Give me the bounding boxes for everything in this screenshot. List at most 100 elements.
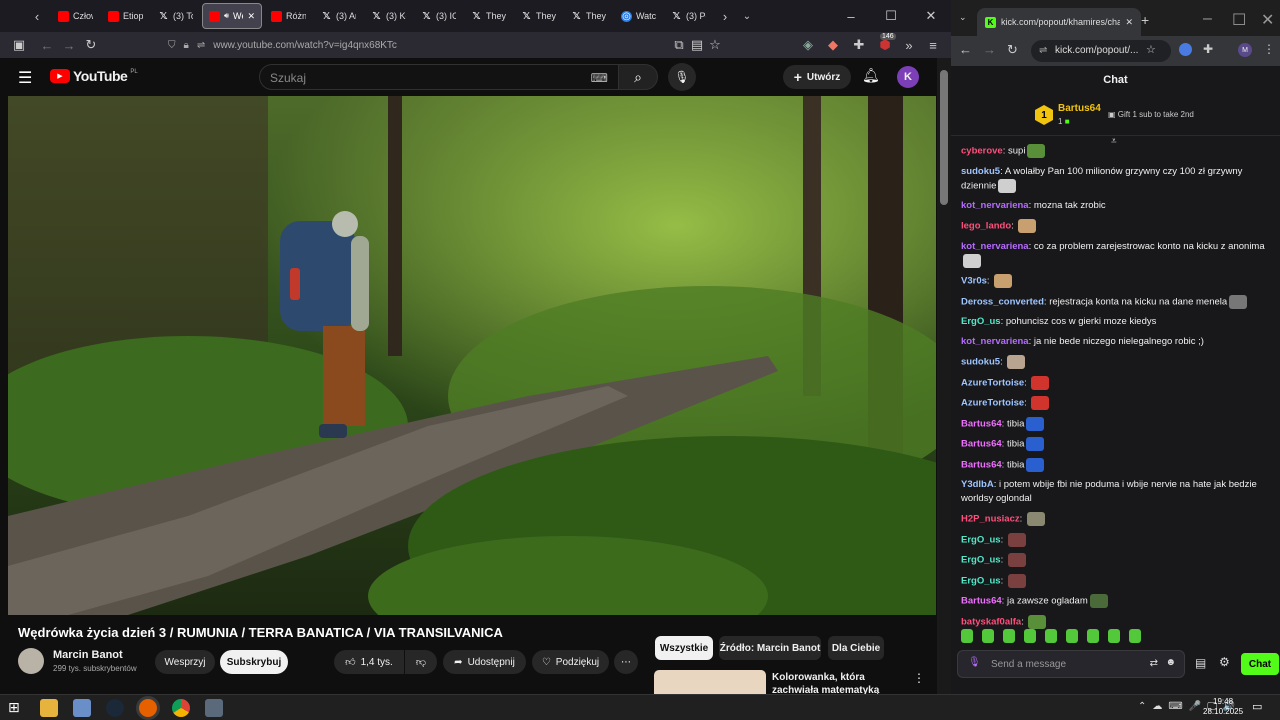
store-icon[interactable]	[73, 699, 91, 717]
kick-tab[interactable]: K kick.com/popout/khamires/cha ✕	[977, 8, 1141, 36]
chrome-forward-button[interactable]: →	[983, 42, 996, 57]
address-bar[interactable]: ⛉ 🔒︎ ⇌ www.youtube.com/watch?v=ig4qnx68K…	[168, 35, 728, 55]
chat-username[interactable]: H2P_nusiacz	[961, 514, 1020, 525]
chat-gift-icon[interactable]: ▤	[1195, 656, 1206, 670]
browser-tab[interactable]: 𝕏 (3) IC	[415, 3, 462, 29]
tab-scroll-left-button[interactable]: ‹	[22, 5, 52, 27]
steam-icon[interactable]	[106, 699, 124, 717]
file-explorer-icon[interactable]	[40, 699, 58, 717]
suggested-video-title[interactable]: Kolorowanka, która zachwiała matematyką	[772, 671, 907, 694]
chat-username[interactable]: kot_nervariena	[961, 336, 1029, 347]
chrome-bookmark-icon[interactable]: ☆	[1146, 43, 1156, 56]
channel-name[interactable]: Marcin Banot	[53, 649, 123, 661]
chat-username[interactable]: ErgO_us	[961, 534, 1001, 545]
chat-username[interactable]: V3r0s	[961, 276, 987, 287]
close-window-button[interactable]: ✕	[911, 5, 951, 27]
browser-tab[interactable]: 𝕏 (3) Po	[665, 3, 712, 29]
extension-fox-icon[interactable]: ◆	[822, 34, 844, 56]
chrome-menu-icon[interactable]: ⋮	[1263, 42, 1275, 56]
chat-username[interactable]: lego_lando	[961, 221, 1011, 232]
extensions-puzzle-icon[interactable]: ✚	[848, 34, 870, 56]
tab-scroll-right-button[interactable]: ›	[714, 5, 736, 27]
site-info-icon[interactable]: ⇌	[1039, 45, 1047, 56]
lock-icon[interactable]: 🔒︎	[184, 40, 189, 51]
maximize-button[interactable]: ☐	[871, 5, 911, 27]
chat-username[interactable]: AzureTortoise	[961, 377, 1024, 388]
more-actions-button[interactable]: ⋯	[614, 650, 638, 674]
chat-username[interactable]: sudoku5	[961, 357, 1000, 368]
voice-search-button[interactable]: 🎙︎	[668, 63, 696, 91]
bookmark-star-icon[interactable]: ☆	[704, 34, 726, 56]
overflow-menu-icon[interactable]: »	[898, 34, 920, 56]
minimize-button[interactable]: –	[831, 5, 871, 27]
start-menu-icon[interactable]: ⊞	[8, 699, 26, 717]
chrome-extensions-puzzle-icon[interactable]: ✚	[1203, 42, 1213, 56]
extension-shield-icon[interactable]: ◈	[797, 34, 819, 56]
emote-2-icon[interactable]	[982, 629, 994, 643]
keyboard-icon[interactable]: ⌨	[591, 71, 608, 85]
sidebar-toggle-icon[interactable]: ▣	[8, 34, 30, 56]
emote-8-icon[interactable]	[1108, 629, 1120, 643]
send-chat-button[interactable]: Chat	[1241, 653, 1279, 675]
emote-7-icon[interactable]	[1087, 629, 1099, 643]
emote-1-icon[interactable]	[961, 629, 973, 643]
thanks-button[interactable]: ♡ Podziękuj	[532, 650, 609, 674]
chrome-back-button[interactable]: ←	[959, 42, 972, 57]
hamburger-menu-icon[interactable]: ☰	[18, 68, 32, 88]
browser-tab[interactable]: Różni	[265, 3, 312, 29]
share-button[interactable]: ➦ Udostępnij	[443, 650, 526, 674]
clock-date[interactable]: 28.10.2025	[1203, 707, 1243, 716]
chrome-maximize-button[interactable]: ☐	[1232, 10, 1246, 30]
browser-tab[interactable]: 🔊︎ Wę ✕	[202, 3, 262, 29]
suggested-video-thumbnail[interactable]	[654, 670, 766, 694]
notifications-icon[interactable]: ▭	[1252, 700, 1262, 713]
chrome-reload-button[interactable]: ↻	[1007, 42, 1018, 58]
scrollbar-thumb[interactable]	[940, 70, 948, 205]
tracking-shield-icon[interactable]: ⛉	[168, 40, 176, 51]
notifications-bell-icon[interactable]: 🔔︎	[862, 67, 880, 84]
dislike-button[interactable]: 👎︎	[405, 650, 437, 674]
chat-username[interactable]: Bartus64	[961, 459, 1002, 470]
chat-username[interactable]: Bartus64	[961, 418, 1002, 429]
forward-button[interactable]: →	[58, 34, 80, 56]
browser-tab[interactable]: 𝕏 They g	[515, 3, 562, 29]
browser-tab[interactable]: 𝕏 (3) Ko	[365, 3, 412, 29]
translate-icon[interactable]: ⇄	[1150, 658, 1158, 669]
filter-chip[interactable]: Wszystkie	[655, 636, 713, 660]
emote-6-icon[interactable]	[1066, 629, 1078, 643]
list-all-tabs-button[interactable]: ⌄	[736, 5, 758, 27]
chat-username[interactable]: ErgO_us	[961, 575, 1001, 586]
app-menu-icon[interactable]: ≡	[922, 34, 944, 56]
emote-5-icon[interactable]	[1045, 629, 1057, 643]
youtube-logo[interactable]: ▶ YouTube PL	[50, 68, 138, 84]
chat-username[interactable]: cyberove	[961, 146, 1003, 157]
channel-avatar[interactable]	[18, 648, 44, 674]
firefox-icon[interactable]	[139, 699, 157, 717]
new-tab-button[interactable]: +	[1141, 12, 1149, 28]
video-player[interactable]	[8, 96, 936, 615]
ublock-extension-icon[interactable]: ⬢ 146	[874, 33, 896, 56]
chat-username[interactable]: ErgO_us	[961, 555, 1001, 566]
emote-4-icon[interactable]	[1024, 629, 1036, 643]
chat-username[interactable]: AzureTortoise	[961, 398, 1024, 409]
emote-3-icon[interactable]	[1003, 629, 1015, 643]
search-input[interactable]: Szukaj ⌨	[259, 64, 619, 90]
chat-username[interactable]: Y3dlbA	[961, 479, 994, 490]
chat-username[interactable]: batyskaf0alfa	[961, 616, 1021, 627]
filter-chip[interactable]: Dla Ciebie	[828, 636, 884, 660]
avatar[interactable]: K	[897, 66, 919, 88]
browser-tab[interactable]: ◎ Watch	[615, 3, 662, 29]
chrome-close-button[interactable]: ✕	[1261, 10, 1274, 30]
audio-playing-icon[interactable]: 🔊︎	[224, 11, 229, 21]
chrome-profile-avatar[interactable]: M	[1238, 43, 1252, 57]
chat-message-input[interactable]: 🎙︎ Send a message ⇄ ☻	[957, 650, 1185, 678]
chat-username[interactable]: Deross_converted	[961, 296, 1044, 307]
browser-tab[interactable]: Etiopi	[102, 3, 149, 29]
mic-icon[interactable]: 🎙︎	[968, 657, 981, 668]
chrome-extension-icon[interactable]	[1179, 43, 1192, 56]
filter-chip[interactable]: Źródło: Marcin Banot	[719, 636, 821, 660]
chat-settings-icon[interactable]: ⚙	[1219, 655, 1230, 669]
chat-username[interactable]: kot_nervariena	[961, 241, 1029, 252]
emoji-picker-icon[interactable]: ☻	[1165, 657, 1176, 668]
chrome-minimize-button[interactable]: –	[1203, 10, 1212, 28]
